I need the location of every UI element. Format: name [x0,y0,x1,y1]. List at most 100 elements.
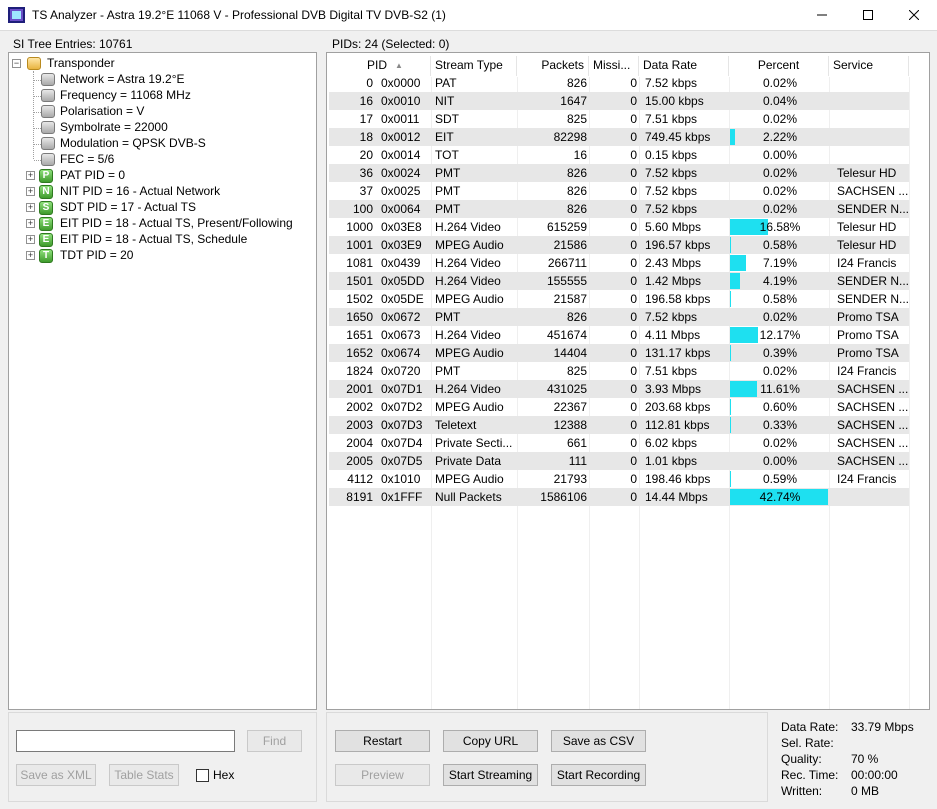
percent-cell: 0.58% [762,292,798,306]
expand-toggle[interactable]: + [26,171,35,180]
data-rate-cell: 1.42 Mbps [645,274,702,288]
save-as-xml-button[interactable]: Save as XML [16,764,96,786]
table-row[interactable]: 18 0x0012 EIT 82298 0 749.45 kbps 2.22% [329,128,909,146]
table-row[interactable]: 2001 0x07D1 H.264 Video 431025 0 3.93 Mbps 11.… [329,380,909,398]
packets-cell: 451674 [546,328,587,342]
expand-toggle[interactable]: + [26,203,35,212]
pid-hex-cell: 0x0012 [381,130,421,144]
find-button[interactable]: Find [247,730,302,752]
table-row[interactable]: 2004 0x07D4 Private Secti... 661 0 6.02 kbps 0… [329,434,909,452]
table-row[interactable]: 8191 0x1FFF Null Packets 1586106 0 14.44 Mbps… [329,488,909,506]
tree-property-item[interactable]: Symbolrate = 22000 [60,120,168,134]
stream-type-cell: MPEG Audio [435,472,504,486]
table-row[interactable]: 1650 0x0672 PMT 826 0 7.52 kbps 0.02% Promo TSA [329,308,909,326]
stat-value: 70 % [851,752,879,766]
stream-type-cell: MPEG Audio [435,238,504,252]
column-header-pid[interactable]: PID ▲ [329,56,431,76]
stream-type-cell: MPEG Audio [435,400,504,414]
table-row[interactable]: 1001 0x03E9 MPEG Audio 21586 0 196.57 kbps 0.5… [329,236,909,254]
tree-table-item[interactable]: EIT PID = 18 - Actual TS, Schedule [60,232,247,246]
table-row[interactable]: 1501 0x05DD H.264 Video 155555 0 1.42 Mbps 4.1… [329,272,909,290]
si-tree[interactable]: − Transponder Network = Astra 19.2°E Freque… [8,52,317,710]
table-row[interactable]: 0 0x0000 PAT 826 0 7.52 kbps 0.02% [329,74,909,92]
start-recording-button[interactable]: Start Recording [551,764,646,786]
pid-cell: 17 [359,112,373,126]
minimize-button[interactable] [799,0,845,31]
tree-table-item[interactable]: SDT PID = 17 - Actual TS [60,200,196,214]
tree-property-item[interactable]: Frequency = 11068 MHz [60,88,191,102]
table-row[interactable]: 2003 0x07D3 Teletext 12388 0 112.81 kbps 0.33%… [329,416,909,434]
table-row[interactable]: 20 0x0014 TOT 16 0 0.15 kbps 0.00% [329,146,909,164]
missing-cell: 0 [630,274,637,288]
table-row[interactable]: 1651 0x0673 H.264 Video 451674 0 4.11 Mbps 12.… [329,326,909,344]
table-row[interactable]: 1502 0x05DE MPEG Audio 21587 0 196.58 kbps 0.5… [329,290,909,308]
save-as-csv-button[interactable]: Save as CSV [551,730,646,752]
pid-cell: 1651 [346,328,373,342]
preview-button[interactable]: Preview [335,764,430,786]
column-header-service[interactable]: Service [829,56,909,76]
pid-table[interactable]: PID ▲ Stream Type Packets Missi... Data Rate P… [326,52,930,710]
expand-toggle[interactable]: + [26,235,35,244]
start-streaming-button[interactable]: Start Streaming [443,764,538,786]
pid-hex-cell: 0x05DE [381,292,424,306]
pid-hex-cell: 0x07D4 [381,436,423,450]
data-rate-cell: 3.93 Mbps [645,382,702,396]
pid-hex-cell: 0x0011 [381,112,420,126]
tree-property-item[interactable]: FEC = 5/6 [60,152,114,166]
table-row[interactable]: 1824 0x0720 PMT 825 0 7.51 kbps 0.02% I24 Franc… [329,362,909,380]
property-node-icon [41,105,55,118]
column-header-stream-type[interactable]: Stream Type [431,56,517,76]
table-row[interactable]: 17 0x0011 SDT 825 0 7.51 kbps 0.02% [329,110,909,128]
copy-url-button[interactable]: Copy URL [443,730,538,752]
hex-checkbox[interactable] [196,769,209,782]
close-button[interactable] [891,0,937,31]
table-row[interactable]: 1000 0x03E8 H.264 Video 615259 0 5.60 Mbps 16.… [329,218,909,236]
table-row[interactable]: 36 0x0024 PMT 826 0 7.52 kbps 0.02% Telesur HD [329,164,909,182]
table-row[interactable]: 37 0x0025 PMT 826 0 7.52 kbps 0.02% SACHSEN ... [329,182,909,200]
tree-table-item[interactable]: PAT PID = 0 [60,168,125,182]
maximize-button[interactable] [845,0,891,31]
column-header-missi[interactable]: Missi... [589,56,639,76]
stream-type-cell: H.264 Video [435,382,501,396]
table-stats-button[interactable]: Table Stats [109,764,179,786]
tree-root-label[interactable]: Transponder [47,56,115,70]
collapse-toggle[interactable]: − [12,59,21,68]
tree-property-item[interactable]: Network = Astra 19.2°E [60,72,185,86]
column-header-packets[interactable]: Packets [517,56,589,76]
missing-cell: 0 [630,166,637,180]
column-header-percent[interactable]: Percent [729,56,829,76]
stream-type-cell: Private Secti... [435,436,513,450]
missing-cell: 0 [630,346,637,360]
window-title: TS Analyzer - Astra 19.2°E 11068 V - Pro… [32,8,446,22]
tree-table-item[interactable]: TDT PID = 20 [60,248,133,262]
packets-cell: 21586 [553,238,587,252]
title-bar[interactable]: TS Analyzer - Astra 19.2°E 11068 V - Pro… [0,0,937,31]
expand-toggle[interactable]: + [26,251,35,260]
table-row[interactable]: 4112 0x1010 MPEG Audio 21793 0 198.46 kbps 0.5… [329,470,909,488]
restart-button[interactable]: Restart [335,730,430,752]
table-row[interactable]: 1652 0x0674 MPEG Audio 14404 0 131.17 kbps 0.3… [329,344,909,362]
percent-cell: 0.39% [762,346,798,360]
data-rate-cell: 196.58 kbps [645,292,711,306]
percent-cell: 0.02% [762,166,798,180]
tree-table-item[interactable]: NIT PID = 16 - Actual Network [60,184,220,198]
packets-cell: 825 [566,112,587,126]
percent-cell: 2.22% [762,130,798,144]
table-row[interactable]: 2002 0x07D2 MPEG Audio 22367 0 203.68 kbps 0.6… [329,398,909,416]
table-row[interactable]: 16 0x0010 NIT 1647 0 15.00 kbps 0.04% [329,92,909,110]
pid-cell: 2004 [346,436,373,450]
expand-toggle[interactable]: + [26,187,35,196]
service-cell: SACHSEN ... [837,400,909,414]
packets-cell: 826 [566,184,587,198]
tree-property-item[interactable]: Polarisation = V [60,104,144,118]
table-row[interactable]: 1081 0x0439 H.264 Video 266711 0 2.43 Mbps 7.1… [329,254,909,272]
tree-table-item[interactable]: EIT PID = 18 - Actual TS, Present/Follow… [60,216,293,230]
tree-property-item[interactable]: Modulation = QPSK DVB-S [60,136,206,150]
table-row[interactable]: 2005 0x07D5 Private Data 111 0 1.01 kbps 0.00%… [329,452,909,470]
search-input[interactable] [16,730,235,752]
table-row[interactable]: 100 0x0064 PMT 826 0 7.52 kbps 0.02% SENDER N..… [329,200,909,218]
expand-toggle[interactable]: + [26,219,35,228]
column-header-data-rate[interactable]: Data Rate [639,56,729,76]
missing-cell: 0 [630,382,637,396]
percent-cell: 0.04% [762,94,798,108]
